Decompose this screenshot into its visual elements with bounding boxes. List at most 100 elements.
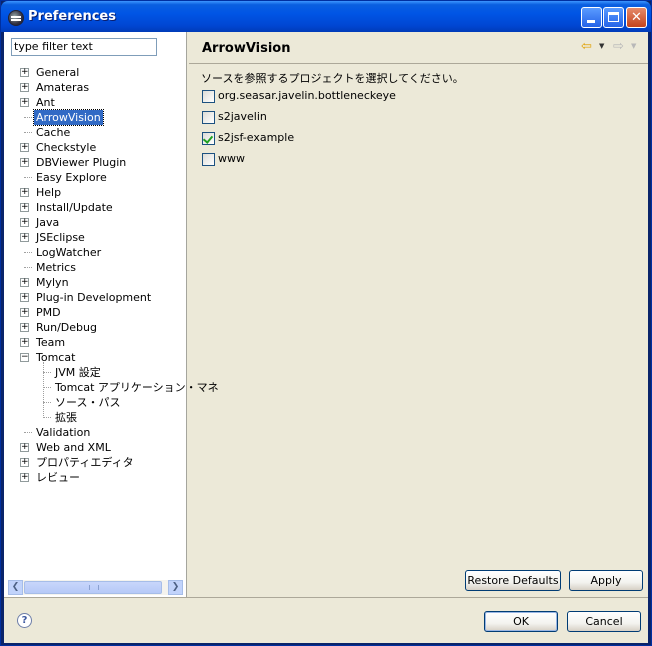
page-title: ArrowVision — [202, 41, 291, 56]
forward-arrow-icon: ⇨ — [613, 39, 624, 54]
tree-item[interactable]: + Amateras — [4, 80, 184, 95]
project-checkbox[interactable] — [202, 132, 215, 145]
forward-dropdown-icon: ▼ — [631, 42, 637, 50]
tree-item[interactable]: − Tomcat — [4, 350, 184, 365]
expand-icon[interactable]: + — [20, 98, 29, 107]
tree-item-label: Plug-in Development — [36, 291, 152, 304]
scroll-thumb[interactable] — [24, 581, 162, 594]
tree-item[interactable]: + レビュー — [4, 470, 184, 485]
tree-item-label: Java — [36, 216, 60, 229]
tree-item[interactable]: + Team — [4, 335, 184, 350]
footer-divider — [4, 597, 648, 598]
scroll-right-icon[interactable]: ❯ — [168, 580, 183, 595]
back-arrow-icon[interactable]: ⇦ — [581, 40, 595, 53]
tree-item-label: Run/Debug — [36, 321, 97, 334]
header-divider — [189, 63, 648, 64]
page-header: ArrowVision ⇦ ▼ ⇨ ▼ — [189, 32, 648, 63]
tree-item[interactable]: + プロパティエディタ — [4, 455, 184, 470]
expand-icon[interactable]: + — [20, 203, 29, 212]
expand-icon[interactable]: + — [20, 158, 29, 167]
tree-connector — [24, 432, 32, 434]
tree-connector — [24, 267, 32, 269]
preference-page: ArrowVision ⇦ ▼ ⇨ ▼ ソースを参照するプロジェクトを選択してく… — [189, 32, 648, 597]
tree-item[interactable]: + Help — [4, 185, 184, 200]
tree-item[interactable]: ソース・パス — [4, 395, 184, 410]
tree-item[interactable]: + Web and XML — [4, 440, 184, 455]
tree-item[interactable]: + Run/Debug — [4, 320, 184, 335]
checkmark-icon — [202, 133, 214, 144]
tree-item-label: プロパティエディタ — [36, 456, 134, 469]
back-dropdown-icon[interactable]: ▼ — [599, 42, 604, 50]
tree-item[interactable]: + Java — [4, 215, 184, 230]
ok-button[interactable]: OK — [484, 611, 558, 632]
restore-defaults-button[interactable]: Restore Defaults — [465, 570, 561, 591]
expand-icon[interactable]: + — [20, 443, 29, 452]
tree-item[interactable]: Cache — [4, 125, 184, 140]
expand-icon[interactable]: + — [20, 68, 29, 77]
tree-horizontal-scrollbar[interactable]: ❮ ❯ — [8, 580, 183, 595]
expand-icon[interactable]: + — [20, 83, 29, 92]
tree-item[interactable]: + Checkstyle — [4, 140, 184, 155]
tree-item[interactable]: + DBViewer Plugin — [4, 155, 184, 170]
cancel-button[interactable]: Cancel — [567, 611, 641, 632]
tree-item[interactable]: 拡張 — [4, 410, 184, 425]
expand-icon[interactable]: + — [20, 218, 29, 227]
instruction-text: ソースを参照するプロジェクトを選択してください。 — [201, 72, 464, 85]
filter-input[interactable]: type filter text — [11, 38, 157, 56]
tree-item-label: JVM 設定 — [55, 366, 101, 379]
project-checkbox-row[interactable]: s2javelin — [202, 110, 402, 127]
expand-icon[interactable]: + — [20, 308, 29, 317]
tree-item[interactable]: + PMD — [4, 305, 184, 320]
project-checkbox-row[interactable]: s2jsf-example — [202, 131, 402, 148]
scroll-grip-icon — [89, 585, 99, 590]
expand-icon[interactable]: + — [20, 458, 29, 467]
minimize-button[interactable] — [581, 7, 602, 28]
tree-item-label: General — [36, 66, 80, 79]
tree-item[interactable]: + Install/Update — [4, 200, 184, 215]
project-checkbox-row[interactable]: www — [202, 152, 402, 169]
project-checkbox[interactable] — [202, 153, 215, 166]
expand-icon[interactable]: + — [20, 338, 29, 347]
tree-item[interactable]: + Mylyn — [4, 275, 184, 290]
title-bar[interactable]: Preferences ✕ — [1, 1, 651, 32]
close-button[interactable]: ✕ — [626, 7, 647, 28]
tree-item-label: Install/Update — [36, 201, 113, 214]
tree-item[interactable]: + Plug-in Development — [4, 290, 184, 305]
tree-connector — [24, 177, 32, 179]
project-checkbox[interactable] — [202, 90, 215, 103]
scroll-left-icon[interactable]: ❮ — [8, 580, 23, 595]
apply-button[interactable]: Apply — [569, 570, 643, 591]
tree-item[interactable]: Easy Explore — [4, 170, 184, 185]
preference-tree-pane: type filter text + General + Amateras + Ant Ar… — [4, 32, 219, 597]
tree-item[interactable]: Validation — [4, 425, 184, 440]
close-icon: ✕ — [631, 10, 642, 25]
expand-icon[interactable]: + — [20, 473, 29, 482]
tree-item[interactable]: + General — [4, 65, 184, 80]
project-checkbox[interactable] — [202, 111, 215, 124]
tree-item-label: Ant — [36, 96, 55, 109]
expand-icon[interactable]: + — [20, 323, 29, 332]
tree-item[interactable]: + Ant — [4, 95, 184, 110]
help-icon[interactable]: ? — [17, 613, 32, 628]
tree-item-label: Checkstyle — [36, 141, 97, 154]
expand-icon[interactable]: + — [20, 188, 29, 197]
tree-item[interactable]: + JSEclipse — [4, 230, 184, 245]
collapse-icon[interactable]: − — [20, 353, 29, 362]
project-checkbox-row[interactable]: org.seasar.javelin.bottleneckeye — [202, 89, 402, 106]
minimize-icon — [587, 20, 595, 23]
expand-icon[interactable]: + — [20, 143, 29, 152]
tree-item-label: レビュー — [36, 471, 80, 484]
tree-item[interactable]: LogWatcher — [4, 245, 184, 260]
maximize-button[interactable] — [603, 7, 624, 28]
tree-item-label: Mylyn — [36, 276, 69, 289]
expand-icon[interactable]: + — [20, 233, 29, 242]
tree-item[interactable]: Metrics — [4, 260, 184, 275]
expand-icon[interactable]: + — [20, 278, 29, 287]
tree-item-label: ArrowVision — [33, 109, 104, 126]
tree-item-label: Amateras — [36, 81, 90, 94]
maximize-icon — [608, 12, 619, 22]
expand-icon[interactable]: + — [20, 293, 29, 302]
tree-item[interactable]: ArrowVision — [4, 109, 184, 126]
tree-item[interactable]: JVM 設定 — [4, 365, 184, 380]
tree-item[interactable]: Tomcat アプリケーション・マネ — [4, 380, 219, 395]
